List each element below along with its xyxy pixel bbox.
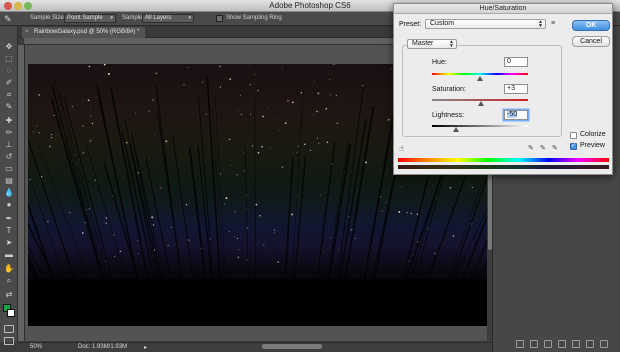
- layer-style-icon[interactable]: [530, 340, 538, 348]
- preview-label: Preview: [580, 142, 605, 149]
- new-group-icon[interactable]: [572, 340, 580, 348]
- hand-icon[interactable]: ☝: [399, 144, 404, 153]
- toolbox: ✥ ⬚ ◌ ✐ ⌗ ✎ ✚ ✏ ⊥ ↺ ▭ ▤ 💧 ● ✒ T ➤ ▬ ✋ ⌕ …: [0, 26, 18, 345]
- channel-select[interactable]: Master ▲ ▼: [407, 39, 457, 49]
- preset-label: Preset:: [399, 21, 422, 28]
- eyedropper-plus-icon[interactable]: ✎: [540, 144, 546, 152]
- saturation-input[interactable]: +3: [504, 84, 528, 94]
- zoom-level[interactable]: 50%: [30, 344, 42, 350]
- delete-layer-icon[interactable]: [600, 340, 608, 348]
- sample-size-label: Sample Size:: [30, 15, 66, 21]
- hue-label: Hue:: [432, 59, 447, 66]
- lasso-icon[interactable]: ◌: [3, 66, 15, 76]
- show-sampling-ring-checkbox[interactable]: [216, 15, 223, 22]
- lightness-slider-thumb[interactable]: [453, 127, 459, 132]
- hue-saturation-dialog: Hue/Saturation Preset: Custom ▲ ▼ ≡ OK Ca…: [393, 3, 613, 175]
- healing-icon[interactable]: ✚: [3, 116, 15, 126]
- eraser-icon[interactable]: ▭: [3, 164, 15, 174]
- show-sampling-ring-label: Show Sampling Ring: [226, 15, 282, 21]
- eyedropper-icon[interactable]: ✎: [528, 144, 534, 152]
- status-bar: 50% Doc: 1.93M/1.93M ▸: [18, 342, 492, 352]
- eyedropper-icon[interactable]: ✎: [4, 14, 16, 24]
- input-color-bar: [398, 158, 609, 162]
- adjustment-group: [402, 45, 562, 137]
- cancel-button[interactable]: Cancel: [572, 36, 610, 47]
- preview-checkbox[interactable]: ✓: [570, 143, 577, 150]
- chevron-down-icon: ▾: [110, 15, 113, 21]
- hue-slider-thumb[interactable]: [477, 76, 483, 81]
- vertical-ruler: [18, 45, 25, 341]
- zoom-icon[interactable]: ⌕: [3, 276, 15, 286]
- clone-stamp-icon[interactable]: ⊥: [3, 140, 15, 150]
- dodge-icon[interactable]: ●: [3, 200, 15, 210]
- eyedropper-minus-icon[interactable]: ✎: [552, 144, 558, 152]
- document-tab[interactable]: × RainbowGalaxy.psd @ 50% (RGB/8#) *: [22, 27, 146, 38]
- preset-select[interactable]: Custom ▲ ▼: [425, 19, 546, 29]
- adjustment-layer-icon[interactable]: [558, 340, 566, 348]
- link-layers-icon[interactable]: [516, 340, 524, 348]
- quick-mask-icon[interactable]: [4, 325, 14, 333]
- lightness-input[interactable]: -50: [504, 110, 528, 120]
- new-layer-icon[interactable]: [586, 340, 594, 348]
- colorize-checkbox[interactable]: [570, 132, 577, 139]
- gradient-icon[interactable]: ▤: [3, 176, 15, 186]
- type-icon[interactable]: T: [3, 226, 15, 236]
- updown-arrows-icon: ▲ ▼: [538, 19, 543, 29]
- move-icon[interactable]: ✥: [3, 42, 15, 52]
- sample-size-select[interactable]: Point Sample ▾: [64, 14, 116, 23]
- brush-icon[interactable]: ✏: [3, 128, 15, 138]
- marquee-icon[interactable]: ⬚: [3, 54, 15, 64]
- colorize-label: Colorize: [580, 131, 606, 138]
- sample-layers-label: Sample:: [122, 15, 145, 21]
- eyedropper-icon[interactable]: ✎: [3, 102, 15, 112]
- pen-icon[interactable]: ✒: [3, 214, 15, 224]
- background-color-swatch[interactable]: [7, 309, 15, 317]
- status-arrow-icon[interactable]: ▸: [144, 344, 147, 351]
- shape-icon[interactable]: ▬: [3, 250, 15, 260]
- hue-slider-track[interactable]: [432, 73, 528, 75]
- close-tab-icon[interactable]: ×: [25, 27, 29, 38]
- horizontal-scroll-thumb[interactable]: [262, 344, 322, 349]
- document-info: Doc: 1.93M/1.93M: [78, 344, 128, 350]
- saturation-slider-thumb[interactable]: [478, 101, 485, 106]
- quick-select-icon[interactable]: ✐: [3, 78, 15, 88]
- swap-colors-icon[interactable]: ⇄: [3, 290, 15, 300]
- screen-mode-icon[interactable]: [4, 337, 14, 345]
- path-select-icon[interactable]: ➤: [3, 238, 15, 248]
- chevron-down-icon: ▾: [188, 15, 191, 21]
- dialog-title: Hue/Saturation: [394, 4, 612, 14]
- ok-button[interactable]: OK: [572, 20, 610, 31]
- blur-icon[interactable]: 💧: [3, 188, 15, 198]
- output-color-bar: [398, 165, 609, 169]
- lightness-slider-track[interactable]: [432, 125, 528, 127]
- sample-layers-select[interactable]: All Layers ▾: [142, 14, 194, 23]
- hand-icon[interactable]: ✋: [3, 264, 15, 274]
- hue-input[interactable]: 0: [504, 57, 528, 67]
- saturation-label: Saturation:: [432, 86, 466, 93]
- preset-options-icon[interactable]: ≡: [551, 20, 555, 27]
- history-brush-icon[interactable]: ↺: [3, 152, 15, 162]
- updown-arrows-icon: ▲ ▼: [449, 39, 454, 49]
- add-mask-icon[interactable]: [544, 340, 552, 348]
- crop-icon[interactable]: ⌗: [3, 90, 15, 100]
- lightness-label: Lightness:: [432, 112, 464, 119]
